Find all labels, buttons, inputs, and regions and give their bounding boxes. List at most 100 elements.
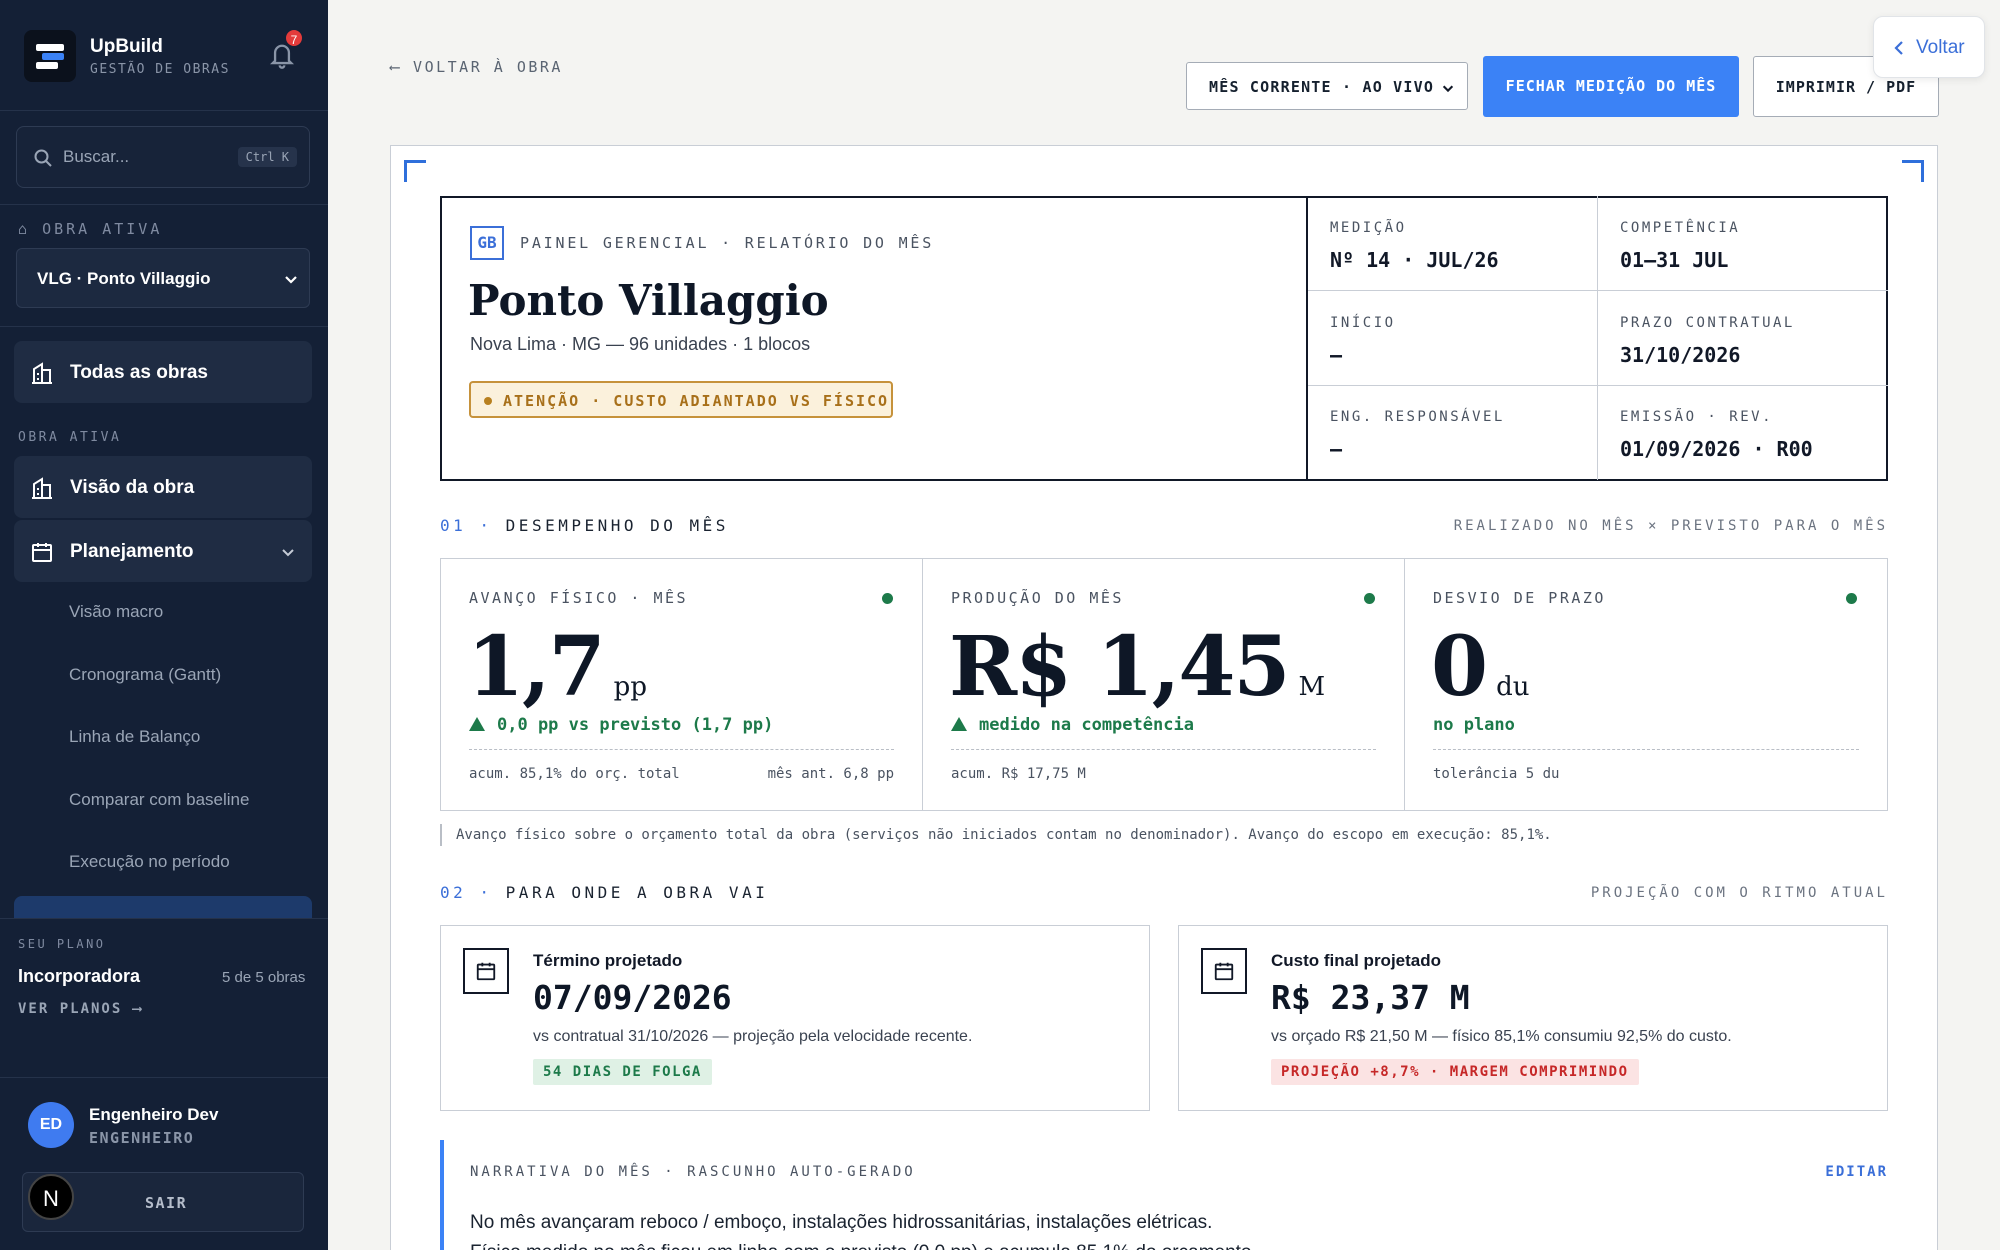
- active-nav-item[interactable]: [14, 896, 312, 918]
- nav-all-obras-label: Todas as obras: [70, 362, 208, 383]
- kpi-footnote: tolerância 5 du: [1433, 766, 1560, 782]
- chevron-left-icon: [1894, 41, 1903, 55]
- narrative-text-continued: Físico medido no mês ficou em linha com …: [470, 1242, 1470, 1250]
- section-number: 02 ·: [440, 883, 493, 902]
- warning-dot-icon: [484, 397, 492, 405]
- plan-count: 5 de 5 obras: [222, 969, 306, 986]
- crop-mark: [404, 160, 426, 182]
- search-box[interactable]: Ctrl K: [16, 126, 310, 188]
- subnav-linha-de-balanco[interactable]: Linha de Balanço: [69, 727, 200, 747]
- back-to-obra-link[interactable]: ⟵ VOLTAR À OBRA: [390, 58, 563, 76]
- upbuild-logo-icon: [24, 30, 76, 82]
- section-heading: 02 · PARA ONDE A OBRA VAI: [440, 883, 769, 902]
- projection-title: Custo final projetado: [1271, 951, 1441, 970]
- projection-tag: 54 DIAS DE FOLGA: [533, 1059, 712, 1085]
- projection-value: R$ 23,37 M: [1271, 978, 1470, 1017]
- meta-value: —: [1330, 437, 1343, 461]
- kpi-value: 1,7 pp: [467, 619, 647, 715]
- section-label-obra-ativa: OBRA ATIVA: [18, 430, 122, 445]
- subnav-visao-macro[interactable]: Visão macro: [69, 602, 163, 622]
- voltar-button[interactable]: Voltar: [1873, 16, 1985, 78]
- kpi-footnote: acum. 85,1% do orç. total: [469, 766, 680, 782]
- close-measurement-button[interactable]: FECHAR MEDIÇÃO DO MÊS: [1483, 56, 1739, 117]
- meta-key: PRAZO CONTRATUAL: [1620, 315, 1795, 331]
- search-shortcut: Ctrl K: [237, 147, 297, 167]
- meta-key: INÍCIO: [1330, 315, 1396, 331]
- search-icon: [34, 149, 52, 167]
- sidebar: UpBuild GESTÃO DE OBRAS 7 Ctrl K ⌂ OBRA …: [0, 0, 328, 1250]
- nav-planejamento-label: Planejamento: [70, 541, 194, 562]
- kpi-delta: medido na competência: [951, 715, 1194, 735]
- nav-planejamento[interactable]: Planejamento: [14, 520, 312, 582]
- kpi-delta: 0,0 pp vs previsto (1,7 pp): [469, 715, 773, 735]
- meta-cell: PRAZO CONTRATUAL 31/10/2026: [1598, 291, 1888, 386]
- project-title: Ponto Villaggio: [468, 276, 829, 325]
- kpi-footnote: acum. R$ 17,75 M: [951, 766, 1086, 782]
- next-badge-icon[interactable]: N: [28, 1174, 74, 1220]
- building-small-icon: ⌂: [18, 220, 31, 238]
- period-select[interactable]: MÊS CORRENTE · AO VIVO: [1186, 62, 1468, 110]
- chevron-down-icon: [1442, 85, 1454, 93]
- status-dot-icon: [1364, 593, 1375, 604]
- avatar[interactable]: ED: [28, 1102, 74, 1148]
- meta-key: EMISSÃO · REV.: [1620, 409, 1774, 425]
- brand[interactable]: UpBuild GESTÃO DE OBRAS: [24, 30, 230, 82]
- user-role: ENGENHEIRO: [89, 1129, 195, 1147]
- meta-value: 01/09/2026 · R00: [1620, 437, 1813, 461]
- section-heading: 01 · DESEMPENHO DO MÊS: [440, 516, 729, 535]
- kpi-value: R$ 1,45 M: [949, 619, 1326, 715]
- see-plans-link[interactable]: VER PLANOS ⟶: [18, 1001, 143, 1017]
- kpi-row: AVANÇO FÍSICO · MÊS 1,7 pp 0,0 pp vs prev…: [440, 558, 1888, 811]
- subnav-execucao-periodo[interactable]: Execução no período: [69, 852, 230, 872]
- obra-select[interactable]: VLG · Ponto Villaggio: [16, 248, 310, 308]
- search-input[interactable]: [63, 141, 243, 173]
- kpi-label: AVANÇO FÍSICO · MÊS: [469, 589, 689, 607]
- subnav-comparar-baseline[interactable]: Comparar com baseline: [69, 790, 249, 810]
- report-meta-grid: MEDIÇÃO Nº 14 · JUL/26 COMPETÊNCIA 01–31…: [1306, 196, 1888, 481]
- section-subheading: PROJEÇÃO COM O RITMO ATUAL: [1590, 885, 1888, 901]
- report-eyebrow: PAINEL GERENCIAL · RELATÓRIO DO MÊS: [520, 234, 935, 252]
- nav-all-obras[interactable]: Todas as obras: [14, 341, 312, 403]
- projection-title: Término projetado: [533, 951, 683, 970]
- kpi-label: DESVIO DE PRAZO: [1433, 589, 1606, 607]
- meta-key: COMPETÊNCIA: [1620, 220, 1741, 236]
- kpi-label: PRODUÇÃO DO MÊS: [951, 589, 1124, 607]
- section-subheading: REALIZADO NO MÊS × PREVISTO PARA O MÊS: [1453, 518, 1888, 534]
- projection-card: Término projetado 07/09/2026 vs contratu…: [440, 925, 1150, 1111]
- meta-cell: ENG. RESPONSÁVEL —: [1308, 385, 1598, 480]
- narrative-text: No mês avançaram reboco / emboço, instal…: [470, 1212, 1213, 1233]
- kpi-card: DESVIO DE PRAZO 0 du no plano tolerância …: [1405, 559, 1887, 810]
- user-name: Engenheiro Dev: [89, 1105, 219, 1124]
- edit-narrative-button[interactable]: EDITAR: [1825, 1164, 1888, 1180]
- up-triangle-icon: [469, 717, 485, 731]
- meta-cell: COMPETÊNCIA 01–31 JUL: [1598, 196, 1888, 291]
- status-badge: ATENÇÃO · CUSTO ADIANTADO VS FÍSICO: [469, 381, 893, 418]
- calendar-icon: [1201, 948, 1247, 994]
- nav-visao-da-obra[interactable]: Visão da obra: [14, 456, 312, 518]
- meta-key: MEDIÇÃO: [1330, 220, 1407, 236]
- projection-desc: vs contratual 31/10/2026 — projeção pela…: [533, 1028, 973, 1045]
- chevron-down-icon: [285, 276, 297, 284]
- plan-label: SEU PLANO: [18, 937, 106, 951]
- meta-key: ENG. RESPONSÁVEL: [1330, 409, 1505, 425]
- meta-value: 31/10/2026: [1620, 343, 1741, 367]
- status-dot-icon: [882, 593, 893, 604]
- notification-badge: 7: [284, 28, 304, 48]
- narrative-panel: NARRATIVA DO MÊS · RASCUNHO AUTO-GERADO …: [440, 1140, 1888, 1250]
- project-subtitle: Nova Lima · MG — 96 unidades · 1 blocos: [470, 334, 811, 354]
- calendar-icon: [463, 948, 509, 994]
- kpi-delta: no plano: [1433, 715, 1515, 735]
- meta-value: —: [1330, 343, 1343, 367]
- calendar-icon: [32, 543, 52, 562]
- brand-subtitle: GESTÃO DE OBRAS: [90, 61, 230, 77]
- meta-cell: INÍCIO —: [1308, 291, 1598, 386]
- status-dot-icon: [1846, 593, 1857, 604]
- report-badge: GB: [470, 226, 504, 260]
- section-number: 01 ·: [440, 516, 493, 535]
- status-badge-label: ATENÇÃO · CUSTO ADIANTADO VS FÍSICO: [503, 392, 890, 410]
- subnav-cronograma-gantt[interactable]: Cronograma (Gantt): [69, 665, 221, 685]
- meta-cell: EMISSÃO · REV. 01/09/2026 · R00: [1598, 385, 1888, 480]
- meta-value: 01–31 JUL: [1620, 248, 1729, 272]
- plan-name: Incorporadora: [18, 966, 141, 986]
- narrative-label: NARRATIVA DO MÊS · RASCUNHO AUTO-GERADO: [470, 1164, 916, 1180]
